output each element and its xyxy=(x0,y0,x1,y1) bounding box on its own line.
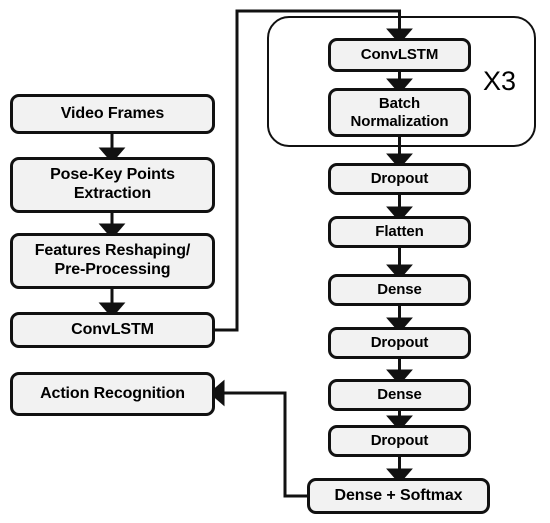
node-pose-key-points-extraction[interactable]: Pose-Key Points Extraction xyxy=(10,157,215,213)
node-dense-2[interactable]: Dense xyxy=(328,379,471,411)
node-dropout-1[interactable]: Dropout xyxy=(328,163,471,195)
node-video-frames[interactable]: Video Frames xyxy=(10,94,215,134)
node-features-reshaping-preprocessing[interactable]: Features Reshaping/ Pre-Processing xyxy=(10,233,215,289)
node-dense-plus-softmax[interactable]: Dense + Softmax xyxy=(307,478,490,514)
node-convlstm-left[interactable]: ConvLSTM xyxy=(10,312,215,348)
node-convlstm-right[interactable]: ConvLSTM xyxy=(328,38,471,72)
node-flatten[interactable]: Flatten xyxy=(328,216,471,248)
node-dropout-2[interactable]: Dropout xyxy=(328,327,471,359)
edge-softmax-to-action xyxy=(209,379,307,498)
flowchart-canvas: Video Frames Pose-Key Points Extraction … xyxy=(0,0,550,523)
node-dropout-3[interactable]: Dropout xyxy=(328,425,471,457)
node-action-recognition[interactable]: Action Recognition xyxy=(10,372,215,416)
repeat-count-label: X3 xyxy=(483,66,517,96)
node-batch-normalization[interactable]: Batch Normalization xyxy=(328,88,471,137)
node-dense-1[interactable]: Dense xyxy=(328,274,471,306)
